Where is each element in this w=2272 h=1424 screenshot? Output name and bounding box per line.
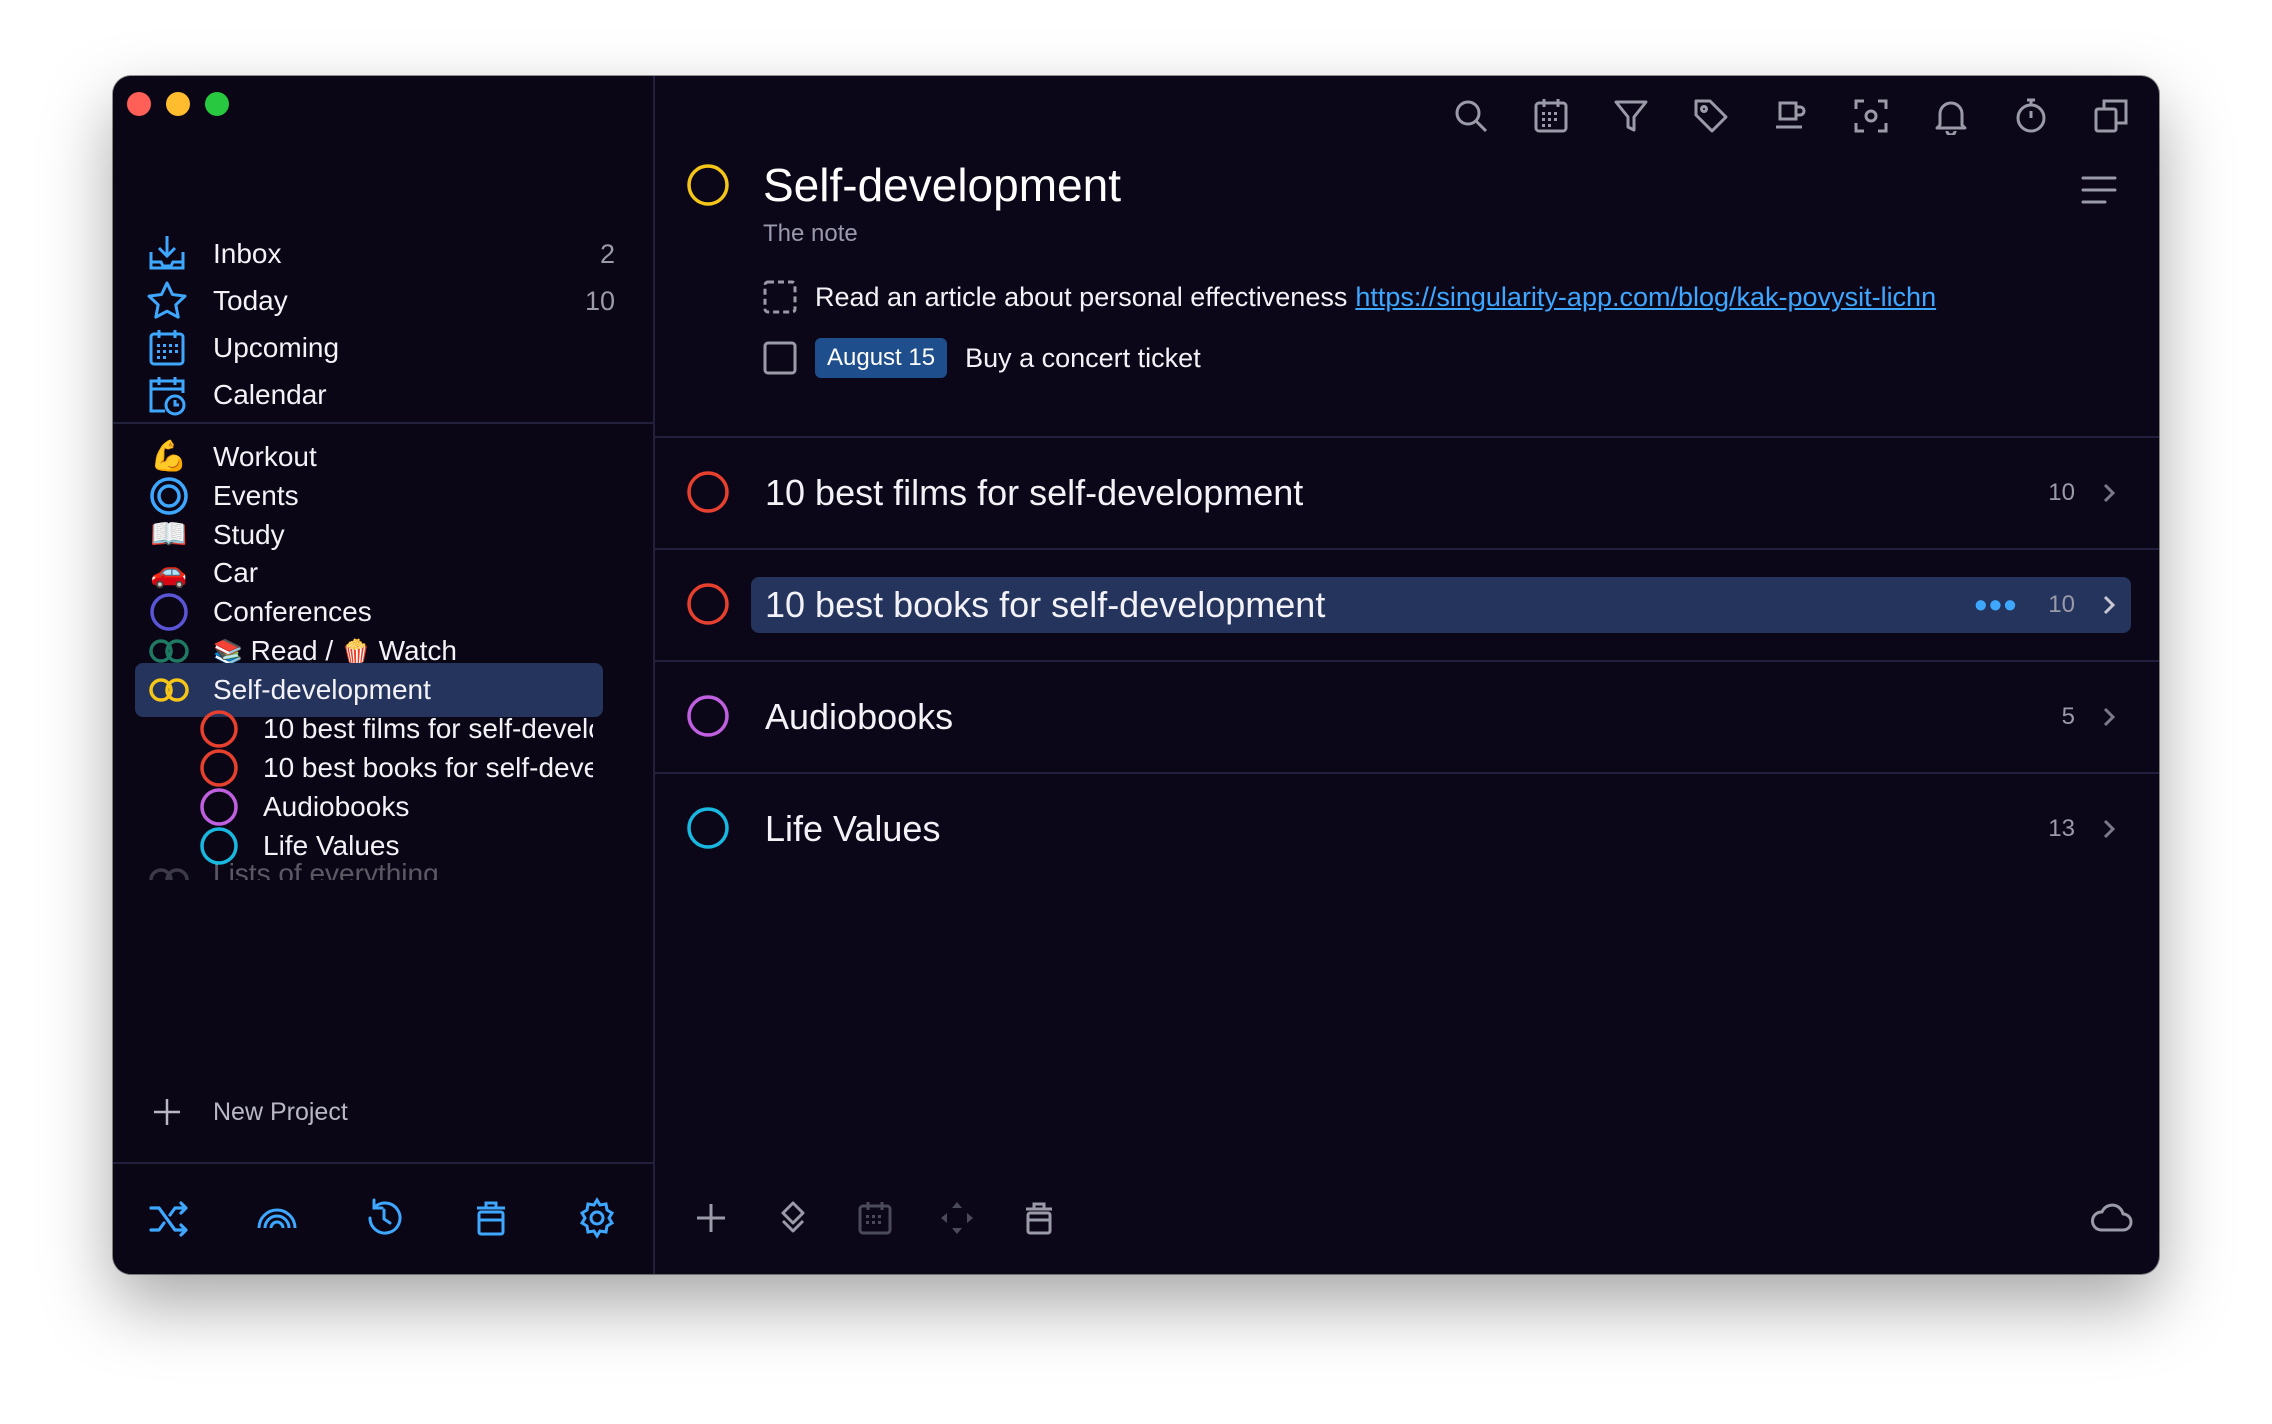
main-bottom-bar (655, 1162, 2159, 1274)
calendar-grid-icon[interactable] (849, 1192, 901, 1244)
inbox-icon (143, 230, 191, 278)
item-count: 10 (2048, 591, 2075, 618)
sidebar: Inbox 2 Today 10 Upcoming Calendar 💪 Wor… (113, 76, 655, 1274)
article-link[interactable]: https://singularity-app.com/blog/kak-pov… (1355, 282, 1936, 313)
calendar-grid-icon[interactable] (1525, 90, 1577, 142)
project-circle-icon[interactable] (685, 469, 731, 515)
window-controls (127, 92, 229, 116)
filter-icon[interactable] (1605, 90, 1657, 142)
item-count: 13 (2048, 815, 2075, 842)
calendar-grid-icon (143, 324, 191, 372)
chevron-right-icon[interactable] (2095, 591, 2123, 619)
popcorn-emoji: 🍿 (340, 639, 371, 666)
maximize-window-button[interactable] (205, 92, 229, 116)
chevron-right-icon[interactable] (2095, 815, 2123, 843)
chevron-right-icon[interactable] (2095, 479, 2123, 507)
history-icon[interactable] (358, 1192, 410, 1244)
shuffle-icon[interactable] (143, 1192, 195, 1244)
settings-gear-icon[interactable] (571, 1192, 623, 1244)
task-read-article[interactable]: Read an article about personal effective… (763, 280, 1936, 314)
task-buy-ticket[interactable]: August 15 Buy a concert ticket (763, 338, 1201, 378)
timer-icon[interactable] (2005, 90, 2057, 142)
nav-calendar[interactable]: Calendar (143, 367, 623, 423)
list-item-selected[interactable]: 10 best books for self-development ••• 1… (655, 550, 2159, 660)
sidebar-bottom-bar (113, 1162, 653, 1274)
trash-icon[interactable] (465, 1192, 517, 1244)
more-options-icon[interactable]: ••• (1974, 584, 2018, 626)
task-checkbox-dashed[interactable] (763, 280, 797, 314)
close-window-button[interactable] (127, 92, 151, 116)
linked-rings-icon (145, 856, 193, 880)
today-count: 10 (584, 285, 615, 316)
list-item[interactable]: Audiobooks 5 (655, 662, 2159, 772)
move-arrows-icon[interactable] (931, 1192, 983, 1244)
item-count: 10 (2048, 479, 2075, 506)
list-item[interactable]: Life Values 13 (655, 774, 2159, 884)
focus-icon[interactable] (1845, 90, 1897, 142)
project-header: Self-development (685, 158, 1121, 212)
task-checkbox[interactable] (763, 341, 797, 375)
project-lists-of-everything[interactable]: Lists of everything (135, 846, 603, 880)
toolbar (1445, 90, 2137, 142)
item-count: 5 (2061, 703, 2075, 730)
trash-icon[interactable] (1013, 1192, 1065, 1244)
books-emoji: 📚 (213, 639, 243, 666)
sidebar-divider (113, 422, 653, 424)
chevron-right-icon[interactable] (2095, 703, 2123, 731)
page-title: Self-development (763, 159, 1121, 211)
main-panel: Self-development The note Read an articl… (655, 76, 2159, 1274)
plus-icon (143, 1088, 191, 1136)
search-icon[interactable] (1445, 90, 1497, 142)
date-badge[interactable]: August 15 (815, 338, 948, 378)
coffee-break-icon[interactable] (1765, 90, 1817, 142)
calendar-clock-icon (143, 371, 191, 419)
minimize-window-button[interactable] (166, 92, 190, 116)
new-project-button[interactable]: New Project (143, 1088, 348, 1136)
project-circle-icon[interactable] (685, 581, 731, 627)
bell-icon[interactable] (1925, 90, 1977, 142)
project-circle-icon[interactable] (685, 805, 731, 851)
layers-icon[interactable] (767, 1192, 819, 1244)
copy-windows-icon[interactable] (2085, 90, 2137, 142)
rainbow-icon[interactable] (251, 1192, 303, 1244)
star-icon (143, 277, 191, 325)
cloud-sync-icon[interactable] (2085, 1192, 2137, 1244)
project-circle-icon[interactable] (685, 693, 731, 739)
project-status-circle[interactable] (685, 162, 731, 208)
menu-lines-icon[interactable] (2077, 168, 2121, 212)
add-task-plus-icon[interactable] (685, 1192, 737, 1244)
inbox-count: 2 (599, 238, 615, 269)
list-item[interactable]: 10 best films for self-development 10 (655, 438, 2159, 548)
app-window: Inbox 2 Today 10 Upcoming Calendar 💪 Wor… (113, 76, 2159, 1274)
tag-icon[interactable] (1685, 90, 1737, 142)
project-note[interactable]: The note (763, 220, 858, 248)
